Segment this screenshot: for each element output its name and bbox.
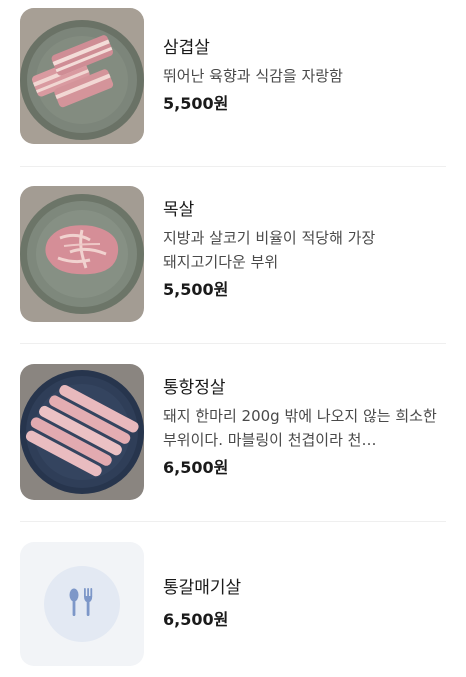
menu-item-name: 통갈매기살 xyxy=(163,578,242,598)
menu-item-name: 목살 xyxy=(163,200,195,220)
menu-item-info: 통갈매기살 6,500원 xyxy=(163,542,446,632)
divider xyxy=(20,166,446,167)
menu-item-info: 삼겹살 뛰어난 육향과 식감을 자랑함 5,500원 xyxy=(163,8,446,116)
menu-item-description: 지방과 살코기 비율이 적당해 가장 돼지고기다운 부위 xyxy=(163,229,376,271)
menu-item-photo xyxy=(20,364,144,500)
menu-item-price: 5,500원 xyxy=(163,280,229,299)
menu-item-name: 삼겹살 xyxy=(163,38,210,58)
menu-item-price: 6,500원 xyxy=(163,458,229,477)
moksal-photo xyxy=(20,186,144,322)
utensils-icon xyxy=(69,588,93,616)
menu-item-description: 뛰어난 육향과 식감을 자랑함 xyxy=(163,67,343,85)
menu-item-info: 통항정살 돼지 한마리 200g 밖에 나오지 않는 희소한 부위이다. 마블링… xyxy=(163,364,446,480)
divider xyxy=(20,521,446,522)
menu-item-info: 목살 지방과 살코기 비율이 적당해 가장 돼지고기다운 부위 5,500원 xyxy=(163,186,446,302)
placeholder-circle xyxy=(44,566,120,642)
menu-item-samgyeopsal[interactable]: 삼겹살 뛰어난 육향과 식감을 자랑함 5,500원 xyxy=(20,8,446,144)
menu-item-hangjeongsal[interactable]: 통항정살 돼지 한마리 200g 밖에 나오지 않는 희소한 부위이다. 마블링… xyxy=(20,364,446,500)
menu-item-description: 돼지 한마리 200g 밖에 나오지 않는 희소한 부위이다. 마블링이 천겹이… xyxy=(163,407,437,449)
menu-item-price: 6,500원 xyxy=(163,610,229,629)
samgyeopsal-photo xyxy=(20,8,144,144)
menu-item-moksal[interactable]: 목살 지방과 살코기 비율이 적당해 가장 돼지고기다운 부위 5,500원 xyxy=(20,186,446,322)
menu-item-photo xyxy=(20,8,144,144)
menu-item-price: 5,500원 xyxy=(163,94,229,113)
menu-item-name: 통항정살 xyxy=(163,378,226,398)
hangjeongsal-photo xyxy=(20,364,144,500)
menu-item-galmaegisal[interactable]: 통갈매기살 6,500원 xyxy=(20,542,446,666)
divider xyxy=(20,343,446,344)
menu-item-photo xyxy=(20,186,144,322)
menu-item-photo-placeholder xyxy=(20,542,144,666)
